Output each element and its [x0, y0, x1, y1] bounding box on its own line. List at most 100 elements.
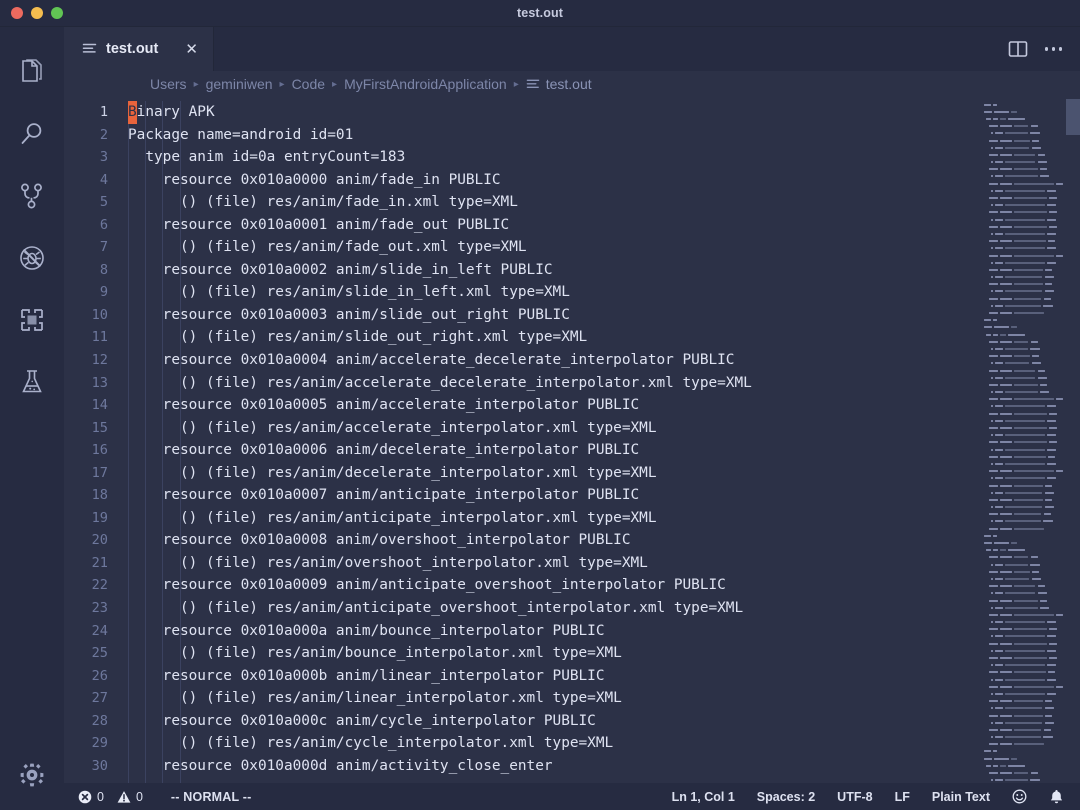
code-line-text: resource 0x010a0008 anim/overshoot_inter…: [128, 532, 631, 549]
code-line[interactable]: 2 Package name=android id=01: [64, 124, 980, 147]
sidebar-item-search[interactable]: [0, 103, 64, 165]
breadcrumb-item-myfirstandroidapplication[interactable]: MyFirstAndroidApplication: [344, 76, 507, 92]
code-line-text: resource 0x010a0001 anim/fade_out PUBLIC: [128, 216, 510, 233]
code-line[interactable]: 18 resource 0x010a0007 anim/anticipate_i…: [64, 484, 980, 507]
code-line[interactable]: 10 resource 0x010a0003 anim/slide_out_ri…: [64, 304, 980, 327]
code-line[interactable]: 9 () (file) res/anim/slide_in_left.xml t…: [64, 281, 980, 304]
line-number: 15: [91, 419, 108, 436]
code-line-text: () (file) res/anim/overshoot_interpolato…: [128, 554, 648, 571]
minimap-line: [980, 281, 1080, 288]
code-scroll-area[interactable]: 1 Binary APK 2 Package name=android id=01 3 …: [64, 97, 980, 783]
code-line[interactable]: 1 Binary APK: [64, 101, 980, 124]
editor-scrollbar-slider[interactable]: [1066, 99, 1080, 135]
minimap-line: [980, 475, 1080, 482]
close-icon[interactable]: ✕: [185, 42, 198, 57]
code-line[interactable]: 16 resource 0x010a0006 anim/decelerate_i…: [64, 439, 980, 462]
status-encoding[interactable]: UTF-8: [837, 790, 872, 804]
split-editor-icon[interactable]: [1007, 39, 1029, 59]
status-cursor-position[interactable]: Ln 1, Col 1: [672, 790, 735, 804]
code-line-text: resource 0x010a0003 anim/slide_out_right…: [128, 306, 570, 323]
code-line[interactable]: 22 resource 0x010a0009 anim/anticipate_o…: [64, 574, 980, 597]
line-number: 10: [91, 306, 108, 323]
chevron-right-icon: ▸: [513, 78, 519, 90]
minimap[interactable]: [980, 97, 1080, 783]
line-number: 20: [91, 532, 108, 549]
code-line[interactable]: 4 resource 0x010a0000 anim/fade_in PUBLI…: [64, 169, 980, 192]
minimap-line: [980, 712, 1080, 719]
minimap-line: [980, 410, 1080, 417]
minimap-line: [980, 619, 1080, 626]
minimap-line: [980, 274, 1080, 281]
bell-icon[interactable]: [1049, 789, 1064, 805]
code-line[interactable]: 28 resource 0x010a000c anim/cycle_interp…: [64, 710, 980, 733]
minimap-line: [980, 518, 1080, 525]
line-number: 29: [91, 735, 108, 752]
sidebar-item-manage[interactable]: [0, 740, 64, 810]
minimap-line: [980, 769, 1080, 776]
code-line[interactable]: 15 () (file) res/anim/accelerate_interpo…: [64, 417, 980, 440]
sidebar-item-testing[interactable]: [0, 351, 64, 413]
code-line[interactable]: 26 resource 0x010a000b anim/linear_inter…: [64, 665, 980, 688]
line-number: 22: [91, 577, 108, 594]
code-line[interactable]: 13 () (file) res/anim/accelerate_deceler…: [64, 372, 980, 395]
code-line[interactable]: 21 () (file) res/anim/overshoot_interpol…: [64, 552, 980, 575]
status-warnings[interactable]: 0: [117, 790, 143, 804]
breadcrumb-item-file[interactable]: test.out: [526, 76, 592, 92]
code-line[interactable]: 29 () (file) res/anim/cycle_interpolator…: [64, 732, 980, 755]
minimap-line: [980, 123, 1080, 130]
line-number: 19: [91, 509, 108, 526]
sidebar-item-extensions[interactable]: [0, 289, 64, 351]
sidebar-item-run-and-debug[interactable]: [0, 227, 64, 289]
breadcrumb-item-geminiwen[interactable]: geminiwen: [206, 76, 273, 92]
minimap-line: [980, 331, 1080, 338]
code-line[interactable]: 27 () (file) res/anim/linear_interpolato…: [64, 687, 980, 710]
line-number: 30: [91, 757, 108, 774]
status-eol[interactable]: LF: [895, 790, 910, 804]
code-line[interactable]: 30 resource 0x010a000d anim/activity_clo…: [64, 755, 980, 778]
gear-icon: [18, 761, 46, 789]
code-line-text: resource 0x010a0009 anim/anticipate_over…: [128, 577, 726, 594]
code-line[interactable]: 19 () (file) res/anim/anticipate_interpo…: [64, 507, 980, 530]
smiley-icon[interactable]: [1012, 789, 1027, 804]
breadcrumb-item-users[interactable]: Users: [150, 76, 187, 92]
minimap-line: [980, 446, 1080, 453]
code-line[interactable]: 25 () (file) res/anim/bounce_interpolato…: [64, 642, 980, 665]
status-errors[interactable]: 0: [78, 790, 104, 804]
code-line[interactable]: 23 () (file) res/anim/anticipate_oversho…: [64, 597, 980, 620]
minimap-line: [980, 482, 1080, 489]
line-number: 23: [91, 600, 108, 617]
code-line[interactable]: 7 () (file) res/anim/fade_out.xml type=X…: [64, 236, 980, 259]
code-line[interactable]: 24 resource 0x010a000a anim/bounce_inter…: [64, 620, 980, 643]
minimap-line: [980, 389, 1080, 396]
code-line[interactable]: 8 resource 0x010a0002 anim/slide_in_left…: [64, 259, 980, 282]
minimap-line: [980, 547, 1080, 554]
code-line[interactable]: 17 () (file) res/anim/decelerate_interpo…: [64, 462, 980, 485]
breadcrumb: Users ▸ geminiwen ▸ Code ▸ MyFirstAndroi…: [64, 71, 1080, 97]
sidebar-item-explorer[interactable]: [0, 41, 64, 103]
status-bar-left: 0 0 -- NORMAL --: [64, 790, 252, 804]
code-line[interactable]: 14 resource 0x010a0005 anim/accelerate_i…: [64, 394, 980, 417]
line-number: 6: [99, 216, 108, 233]
minimap-line: [980, 367, 1080, 374]
minimap-line: [980, 525, 1080, 532]
code-line[interactable]: 11 () (file) res/anim/slide_out_right.xm…: [64, 326, 980, 349]
code-line[interactable]: 3 type anim id=0a entryCount=183: [64, 146, 980, 169]
sidebar-item-source-control[interactable]: [0, 165, 64, 227]
minimap-line: [980, 173, 1080, 180]
breadcrumb-item-code[interactable]: Code: [292, 76, 325, 92]
minimap-line: [980, 353, 1080, 360]
status-language-mode[interactable]: Plain Text: [932, 790, 990, 804]
minimap-line: [980, 159, 1080, 166]
tab-test-out[interactable]: test.out ✕: [64, 27, 214, 71]
minimap-line: [980, 439, 1080, 446]
minimap-line: [980, 101, 1080, 108]
code-line[interactable]: 12 resource 0x010a0004 anim/accelerate_d…: [64, 349, 980, 372]
status-indentation[interactable]: Spaces: 2: [757, 790, 815, 804]
code-line[interactable]: 20 resource 0x010a0008 anim/overshoot_in…: [64, 529, 980, 552]
code-line[interactable]: 6 resource 0x010a0001 anim/fade_out PUBL…: [64, 214, 980, 237]
ellipsis-icon[interactable]: [1044, 47, 1062, 51]
code-line[interactable]: 5 () (file) res/anim/fade_in.xml type=XM…: [64, 191, 980, 214]
minimap-line: [980, 468, 1080, 475]
status-bar: 0 0 -- NORMAL -- Ln 1, Col 1 Spaces: 2 U…: [64, 783, 1080, 810]
code-line-text: () (file) res/anim/anticipate_interpolat…: [128, 509, 657, 526]
